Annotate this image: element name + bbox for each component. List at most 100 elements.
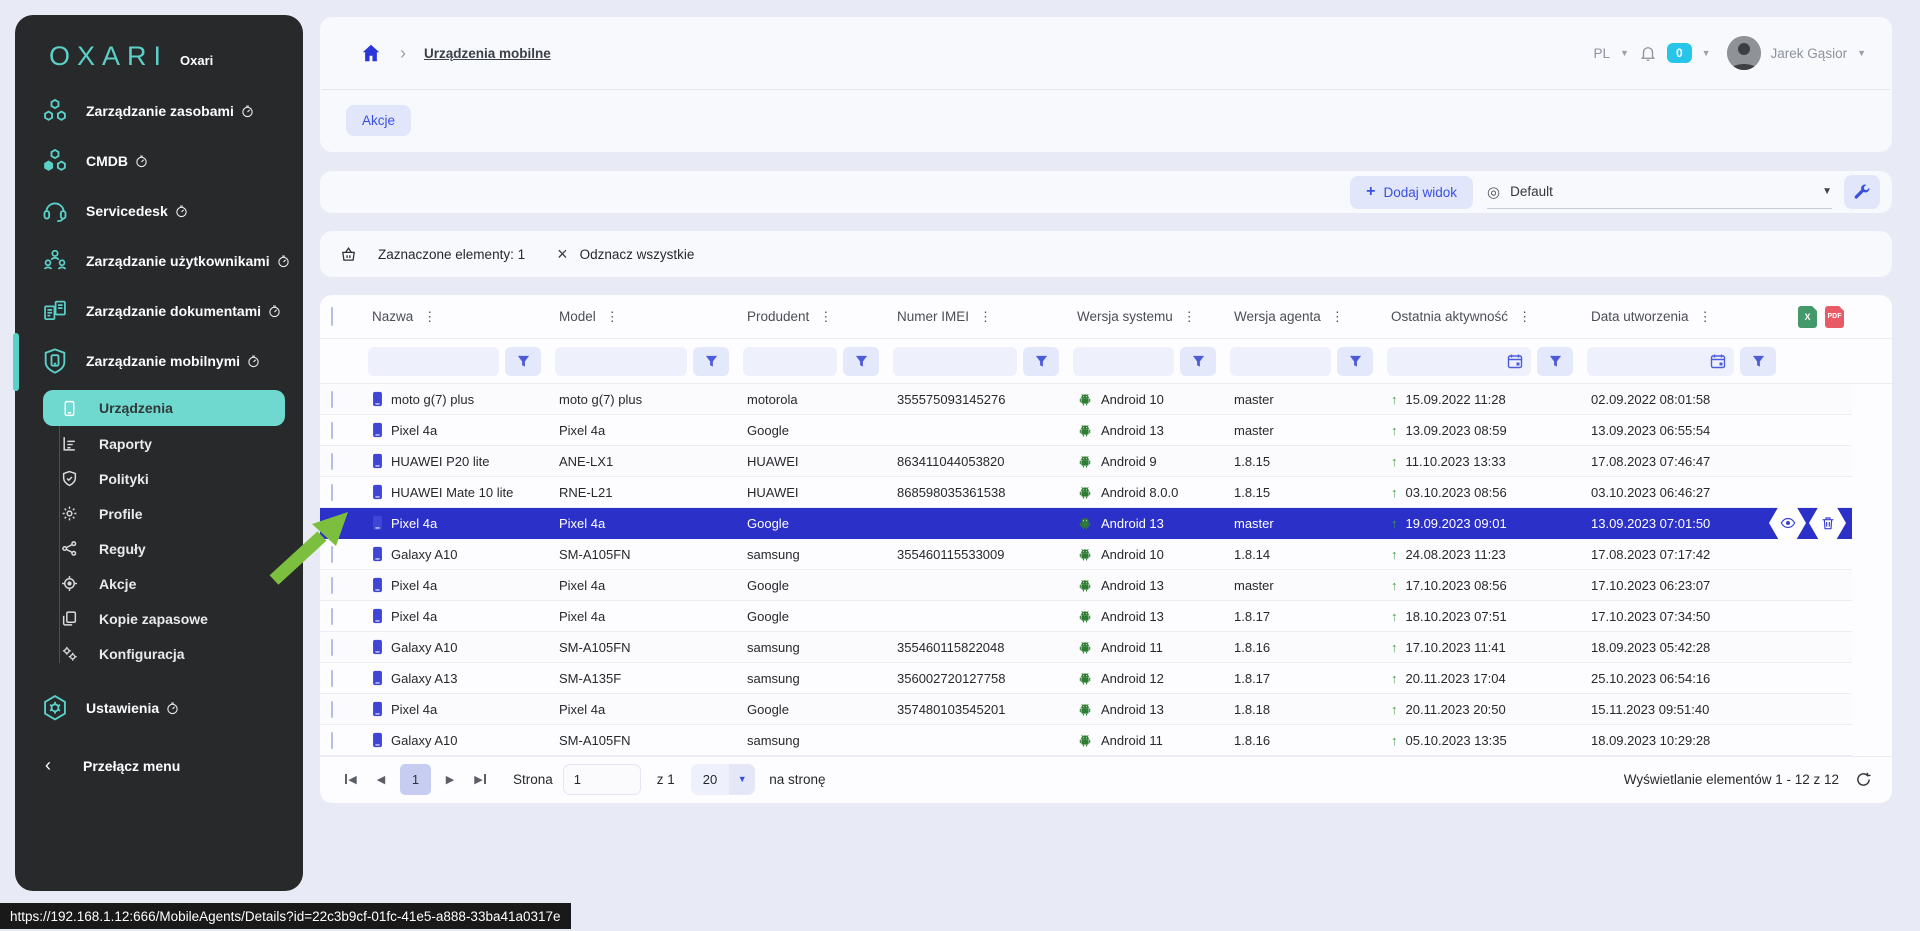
language-selector[interactable]: PL	[1594, 46, 1611, 61]
filter-input-model[interactable]	[555, 347, 687, 376]
sidebar-item-zasoby[interactable]: Zarządzanie zasobami	[15, 86, 303, 136]
pagination-last-button[interactable]: ▶	[465, 764, 495, 794]
table-row[interactable]: ✓ Pixel 4a Pixel 4a Google An	[320, 570, 1852, 601]
row-checkbox[interactable]	[331, 608, 333, 625]
per-page-select[interactable]: 20 ▼	[691, 764, 755, 795]
notification-count-badge[interactable]: 0	[1667, 43, 1692, 63]
chevron-down-icon[interactable]: ▼	[1857, 48, 1866, 58]
view-select[interactable]: ◎ Default ▼	[1487, 176, 1832, 209]
submenu-item-akcje[interactable]: Akcje	[43, 566, 285, 601]
column-menu-icon[interactable]: ⋮	[1183, 309, 1196, 325]
column-header-imei[interactable]: Numer IMEI	[897, 309, 969, 324]
row-checkbox[interactable]	[331, 577, 333, 594]
row-checkbox[interactable]	[331, 701, 333, 718]
page-number-input[interactable]	[563, 764, 641, 795]
table-row[interactable]: ✓ moto g(7) plus moto g(7) plus motorola…	[320, 384, 1852, 415]
chevron-down-icon[interactable]: ▼	[1620, 48, 1629, 58]
row-checkbox[interactable]	[331, 453, 333, 470]
view-settings-button[interactable]	[1844, 175, 1880, 209]
submenu-item-konfiguracja[interactable]: Konfiguracja	[43, 636, 285, 671]
filter-button[interactable]	[843, 347, 879, 376]
chevron-down-icon[interactable]: ▼	[1702, 48, 1711, 58]
table-row[interactable]: ✓ Pixel 4a Pixel 4a Google An	[320, 601, 1852, 632]
row-checkbox[interactable]	[331, 732, 333, 749]
column-menu-icon[interactable]: ⋮	[819, 309, 832, 325]
submenu-item-raporty[interactable]: Raporty	[43, 426, 285, 461]
sidebar-item-mobile[interactable]: Zarządzanie mobilnymi	[15, 336, 303, 386]
sidebar-item-documents[interactable]: Zarządzanie dokumentami	[15, 286, 303, 336]
row-checkbox[interactable]	[331, 670, 333, 687]
calendar-icon[interactable]	[1710, 353, 1726, 369]
column-header-data-utworzenia[interactable]: Data utworzenia	[1591, 309, 1689, 324]
filter-input-wersja-agenta[interactable]	[1230, 347, 1331, 376]
row-checkbox[interactable]	[331, 484, 333, 501]
pagination-prev-button[interactable]: ◀	[366, 764, 396, 794]
table-row[interactable]: ✓ HUAWEI Mate 10 lite RNE-L21 HUAWEI 868…	[320, 477, 1852, 508]
submenu-item-urzadzenia[interactable]: Urządzenia	[43, 390, 285, 426]
column-menu-icon[interactable]: ⋮	[1518, 309, 1531, 325]
bell-icon[interactable]	[1639, 44, 1657, 62]
filter-input-nazwa[interactable]	[368, 347, 499, 376]
table-row[interactable]: ✓ Pixel 4a Pixel 4a Google An	[320, 508, 1852, 539]
submenu-item-kopie[interactable]: Kopie zapasowe	[43, 601, 285, 636]
filter-button[interactable]	[693, 347, 729, 376]
filter-button[interactable]	[1740, 347, 1776, 376]
table-row[interactable]: ✓ Pixel 4a Pixel 4a Google An	[320, 415, 1852, 446]
filter-button[interactable]	[1023, 347, 1059, 376]
pagination-next-button[interactable]: ▶	[435, 764, 465, 794]
row-checkbox[interactable]	[331, 639, 333, 656]
deselect-all-x-icon[interactable]: ×	[557, 245, 568, 263]
table-row[interactable]: ✓ Galaxy A10 SM-A105FN samsung	[320, 725, 1852, 756]
collapse-menu-button[interactable]: ‹ Przełącz menu	[15, 755, 303, 776]
user-name[interactable]: Jarek Gąsior	[1771, 46, 1848, 61]
column-menu-icon[interactable]: ⋮	[1331, 309, 1344, 325]
row-checkmark-icon[interactable]: ✓	[333, 515, 344, 530]
table-row[interactable]: ✓ Galaxy A10 SM-A105FN samsung 355460115…	[320, 539, 1852, 570]
filter-input-wersja-systemu[interactable]	[1073, 347, 1174, 376]
column-menu-icon[interactable]: ⋮	[979, 309, 992, 325]
filter-button[interactable]	[1180, 347, 1216, 376]
table-row[interactable]: ✓ Galaxy A10 SM-A105FN samsung 355460115…	[320, 632, 1852, 663]
refresh-icon[interactable]	[1855, 771, 1872, 788]
column-header-wersja-agenta[interactable]: Wersja agenta	[1234, 309, 1321, 324]
filter-input-producent[interactable]	[743, 347, 837, 376]
table-row[interactable]: ✓ Pixel 4a Pixel 4a Google 3574801035452…	[320, 694, 1852, 725]
home-icon[interactable]	[360, 42, 382, 64]
avatar[interactable]	[1727, 36, 1761, 70]
submenu-item-reguly[interactable]: Reguły	[43, 531, 285, 566]
column-header-producent[interactable]: Produdent	[747, 309, 809, 324]
filter-button[interactable]	[1537, 347, 1573, 376]
column-menu-icon[interactable]: ⋮	[1699, 309, 1712, 325]
table-row[interactable]: ✓ Galaxy A13 SM-A135F samsung 3560027201…	[320, 663, 1852, 694]
sidebar-item-ustawienia[interactable]: Ustawienia	[15, 683, 303, 733]
deselect-all-button[interactable]: Odznacz wszystkie	[580, 247, 695, 262]
sidebar-item-users[interactable]: Zarządzanie użytkownikami	[15, 236, 303, 286]
sidebar-item-servicedesk[interactable]: Servicedesk	[15, 186, 303, 236]
add-view-button[interactable]: + Dodaj widok	[1350, 176, 1473, 209]
submenu-item-polityki[interactable]: Polityki	[43, 461, 285, 496]
pagination-first-button[interactable]: ◀	[336, 764, 366, 794]
filter-input-imei[interactable]	[893, 347, 1017, 376]
column-header-wersja-systemu[interactable]: Wersja systemu	[1077, 309, 1173, 324]
row-checkbox[interactable]	[331, 391, 333, 408]
actions-button[interactable]: Akcje	[346, 105, 411, 136]
filter-button[interactable]	[1337, 347, 1373, 376]
export-pdf-icon[interactable]: PDF	[1825, 306, 1844, 328]
sidebar-item-cmdb[interactable]: CMDB	[15, 136, 303, 186]
breadcrumb-link-mobile-devices[interactable]: Urządzenia mobilne	[424, 46, 551, 61]
row-checkbox[interactable]	[331, 546, 333, 563]
column-menu-icon[interactable]: ⋮	[606, 309, 619, 325]
row-delete-button[interactable]	[1809, 507, 1846, 539]
column-header-ostatnia-aktywnosc[interactable]: Ostatnia aktywność	[1391, 309, 1508, 324]
column-header-nazwa[interactable]: Nazwa	[372, 309, 413, 324]
calendar-icon[interactable]	[1507, 353, 1523, 369]
row-checkbox[interactable]	[331, 422, 333, 439]
filter-button[interactable]	[505, 347, 541, 376]
row-details-button[interactable]	[1769, 507, 1806, 539]
column-header-model[interactable]: Model	[559, 309, 596, 324]
table-row[interactable]: ✓ HUAWEI P20 lite ANE-LX1 HUAWEI 8634110…	[320, 446, 1852, 477]
select-all-checkbox[interactable]	[331, 307, 333, 326]
column-menu-icon[interactable]: ⋮	[423, 309, 436, 325]
submenu-item-profile[interactable]: Profile	[43, 496, 285, 531]
export-excel-icon[interactable]: X	[1798, 306, 1817, 328]
